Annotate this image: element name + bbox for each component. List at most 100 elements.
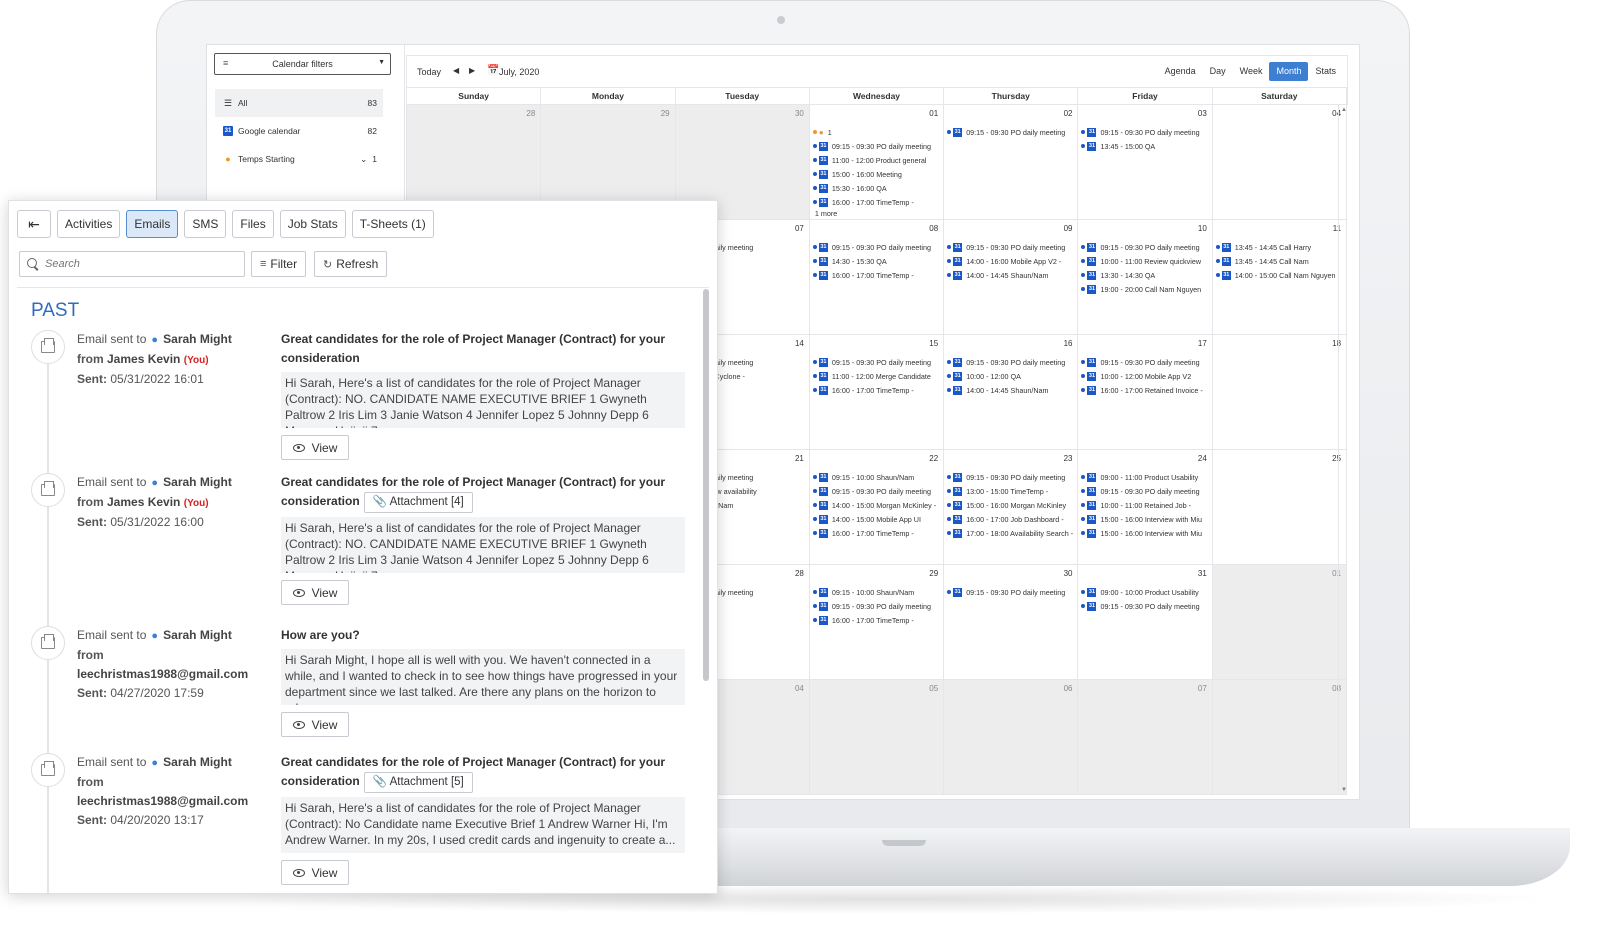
day-cell[interactable]: 07 — [1078, 680, 1213, 795]
day-cell[interactable]: 22 31 09:15 - 10:00 Shaun/Nam 31 09:15 - 09:… — [809, 450, 945, 565]
calendar-event[interactable]: 31 16:00 - 17:00 TimeTemp - — [812, 526, 941, 540]
calendar-event[interactable]: 31 15:00 - 16:00 Interview with Miu — [1081, 526, 1209, 540]
refresh-button[interactable]: ↻ Refresh — [314, 251, 388, 277]
calendar-event[interactable]: 31 16:00 - 17:00 Job Dashboard - — [947, 512, 1075, 526]
tab-job-stats[interactable]: Job Stats — [279, 210, 346, 238]
view-button-stats[interactable]: Stats — [1308, 62, 1343, 81]
tab-t-sheets-1[interactable]: T-Sheets (1) — [351, 210, 434, 238]
calendar-event[interactable]: 31 10:00 - 12:00 Mobile App V2 — [1081, 369, 1209, 383]
day-cell[interactable]: 05 — [809, 680, 945, 795]
day-cell[interactable]: 10 31 09:15 - 09:30 PO daily meeting 31 10:0… — [1078, 220, 1213, 335]
calendar-event[interactable]: 31 16:00 - 17:00 TimeTemp - — [812, 383, 941, 397]
calendar-event[interactable]: 31 11:00 - 12:00 Product general — [812, 153, 941, 167]
calendar-event[interactable]: 31 10:00 - 11:00 Retained Job - — [1081, 498, 1209, 512]
scroll-up-icon[interactable]: ▲ — [1341, 107, 1347, 113]
calendar-event[interactable]: 31 13:45 - 14:45 Call Harry — [1215, 240, 1344, 254]
view-button-day[interactable]: Day — [1203, 62, 1233, 81]
today-button[interactable]: Today — [417, 67, 441, 77]
day-cell[interactable]: 25 — [1212, 450, 1348, 565]
recipient-name[interactable]: Sarah Might — [163, 332, 232, 346]
calendar-event[interactable]: 31 09:15 - 09:30 PO daily meeting — [1081, 240, 1209, 254]
calendar-event[interactable]: 31 09:15 - 09:30 PO daily meeting — [1081, 599, 1209, 613]
calendar-scrollbar[interactable]: ▲ ▼ — [1338, 105, 1348, 795]
recipient-name[interactable]: Sarah Might — [163, 475, 232, 489]
day-cell[interactable]: 31 31 09:00 - 10:00 Product Usability 31 09:… — [1078, 565, 1213, 680]
calendar-event[interactable]: 31 09:15 - 09:30 PO daily meeting — [812, 355, 941, 369]
recipient-name[interactable]: Sarah Might — [163, 628, 232, 642]
view-email-button[interactable]: View — [281, 860, 349, 885]
calendar-event[interactable]: 31 14:00 - 14:45 Shaun/Nam — [947, 383, 1075, 397]
calendar-event[interactable]: 31 16:00 - 17:00 TimeTemp - — [812, 195, 941, 209]
calendar-event[interactable]: 31 09:15 - 09:30 PO daily meeting — [947, 355, 1075, 369]
calendar-event[interactable]: 31 13:30 - 14:30 QA — [1081, 268, 1209, 282]
calendar-event[interactable]: 31 09:15 - 09:30 PO daily meeting — [947, 585, 1075, 599]
calendar-event[interactable]: 31 09:15 - 10:00 Shaun/Nam — [812, 470, 941, 484]
current-month-label[interactable]: July, 2020 — [499, 67, 539, 77]
day-cell[interactable]: 01 — [1212, 565, 1348, 680]
calendar-event[interactable]: 31 10:00 - 12:00 QA — [947, 369, 1075, 383]
calendar-event[interactable]: 31 14:00 - 16:00 Mobile App V2 - — [947, 254, 1075, 268]
recipient-name[interactable]: Sarah Might — [163, 755, 232, 769]
chevron-down-icon[interactable]: ⌄ — [360, 154, 367, 164]
calendar-event[interactable]: 31 13:45 - 14:45 Call Nam — [1215, 254, 1344, 268]
calendar-icon[interactable]: 📅 — [487, 65, 499, 76]
calendar-event[interactable]: 31 10:00 - 11:00 Review quickview — [1081, 254, 1209, 268]
calendar-event[interactable]: 31 09:15 - 10:00 Shaun/Nam — [812, 585, 941, 599]
tab-emails[interactable]: Emails — [126, 210, 179, 238]
tab-files[interactable]: Files — [232, 210, 274, 238]
calendar-event[interactable]: 31 09:00 - 10:00 Product Usability — [1081, 585, 1209, 599]
calendar-event[interactable]: 31 09:15 - 09:30 PO daily meeting — [947, 470, 1075, 484]
day-cell[interactable]: 23 31 09:15 - 09:30 PO daily meeting 31 13:0… — [944, 450, 1079, 565]
calendar-event[interactable]: 31 09:15 - 09:30 PO daily meeting — [947, 125, 1075, 139]
tab-sms[interactable]: SMS — [184, 210, 227, 238]
day-cell[interactable]: 06 — [944, 680, 1079, 795]
filter-button[interactable]: ≡ Filter — [251, 251, 307, 277]
calendar-event[interactable]: 31 11:00 - 12:00 Merge Candidate — [812, 369, 941, 383]
scroll-down-icon[interactable]: ▼ — [1341, 787, 1347, 793]
calendar-event[interactable]: ● 1 — [812, 125, 941, 139]
search-input[interactable] — [45, 258, 235, 270]
calendar-event[interactable]: 31 09:15 - 09:30 PO daily meeting — [1081, 125, 1209, 139]
day-cell[interactable]: 01 ● 1 31 09:15 - 09:30 PO daily meeting 31 11… — [809, 105, 945, 220]
calendar-event[interactable]: 31 09:15 - 09:30 PO daily meeting — [812, 240, 941, 254]
calendar-filters-dropdown[interactable]: ≡ Calendar filters ▼ — [214, 53, 391, 75]
calendar-event[interactable]: 31 14:00 - 14:45 Shaun/Nam — [947, 268, 1075, 282]
day-cell[interactable]: 02 31 09:15 - 09:30 PO daily meeting — [944, 105, 1079, 220]
view-email-button[interactable]: View — [281, 712, 349, 737]
day-cell[interactable]: 08 — [1212, 680, 1348, 795]
filter-item-google-calendar[interactable]: 31 Google calendar 82 — [215, 117, 383, 145]
attachment-button[interactable]: 📎 Attachment [5] — [363, 772, 473, 793]
attachment-button[interactable]: 📎 Attachment [4] — [363, 492, 473, 513]
calendar-event[interactable]: 31 15:00 - 16:00 Meeting — [812, 167, 941, 181]
day-cell[interactable]: 08 31 09:15 - 09:30 PO daily meeting 31 14:3… — [809, 220, 945, 335]
day-cell[interactable]: 18 — [1212, 335, 1348, 450]
filter-item-temps-starting[interactable]: ● Temps Starting ⌄ 1 — [215, 145, 383, 173]
calendar-event[interactable]: 31 15:00 - 16:00 Morgan McKinley — [947, 498, 1075, 512]
calendar-event[interactable]: 31 09:15 - 09:30 PO daily meeting — [947, 240, 1075, 254]
calendar-event[interactable]: 31 17:00 - 18:00 Availability Search - — [947, 526, 1075, 540]
calendar-event[interactable]: 31 16:00 - 17:00 TimeTemp - — [812, 268, 941, 282]
view-button-agenda[interactable]: Agenda — [1158, 62, 1203, 81]
day-cell[interactable]: 03 31 09:15 - 09:30 PO daily meeting 31 13:4… — [1078, 105, 1213, 220]
panel-scrollbar[interactable] — [703, 289, 709, 681]
calendar-event[interactable]: 31 14:00 - 15:00 Call Nam Nguyen — [1215, 268, 1344, 282]
filter-item-all[interactable]: ☰ All 83 — [215, 89, 383, 117]
calendar-event[interactable]: 31 13:00 - 15:00 TimeTemp - — [947, 484, 1075, 498]
tab-activities[interactable]: Activities — [57, 210, 121, 238]
calendar-event[interactable]: 31 09:15 - 09:30 PO daily meeting — [812, 139, 941, 153]
back-button[interactable]: ⇤ — [17, 210, 51, 238]
day-cell[interactable]: 09 31 09:15 - 09:30 PO daily meeting 31 14:0… — [944, 220, 1079, 335]
day-cell[interactable]: 24 31 09:00 - 11:00 Product Usability 31 09:… — [1078, 450, 1213, 565]
more-events-link[interactable]: 1 more — [813, 209, 941, 218]
calendar-event[interactable]: 31 16:00 - 17:00 Retained Invoice - — [1081, 383, 1209, 397]
calendar-event[interactable]: 31 19:00 - 20:00 Call Nam Nguyen — [1081, 282, 1209, 296]
calendar-event[interactable]: 31 14:30 - 15:30 QA — [812, 254, 941, 268]
view-button-month[interactable]: Month — [1269, 62, 1309, 81]
day-cell[interactable]: 17 31 09:15 - 09:30 PO daily meeting 31 10:0… — [1078, 335, 1213, 450]
calendar-event[interactable]: 31 09:15 - 09:30 PO daily meeting — [1081, 355, 1209, 369]
calendar-event[interactable]: 31 14:00 - 15:00 Morgan McKinley - — [812, 498, 941, 512]
calendar-event[interactable]: 31 09:15 - 09:30 PO daily meeting — [812, 599, 941, 613]
calendar-event[interactable]: 31 16:00 - 17:00 TimeTemp - — [812, 613, 941, 627]
calendar-event[interactable]: 31 14:00 - 15:00 Mobile App UI — [812, 512, 941, 526]
view-email-button[interactable]: View — [281, 435, 349, 460]
